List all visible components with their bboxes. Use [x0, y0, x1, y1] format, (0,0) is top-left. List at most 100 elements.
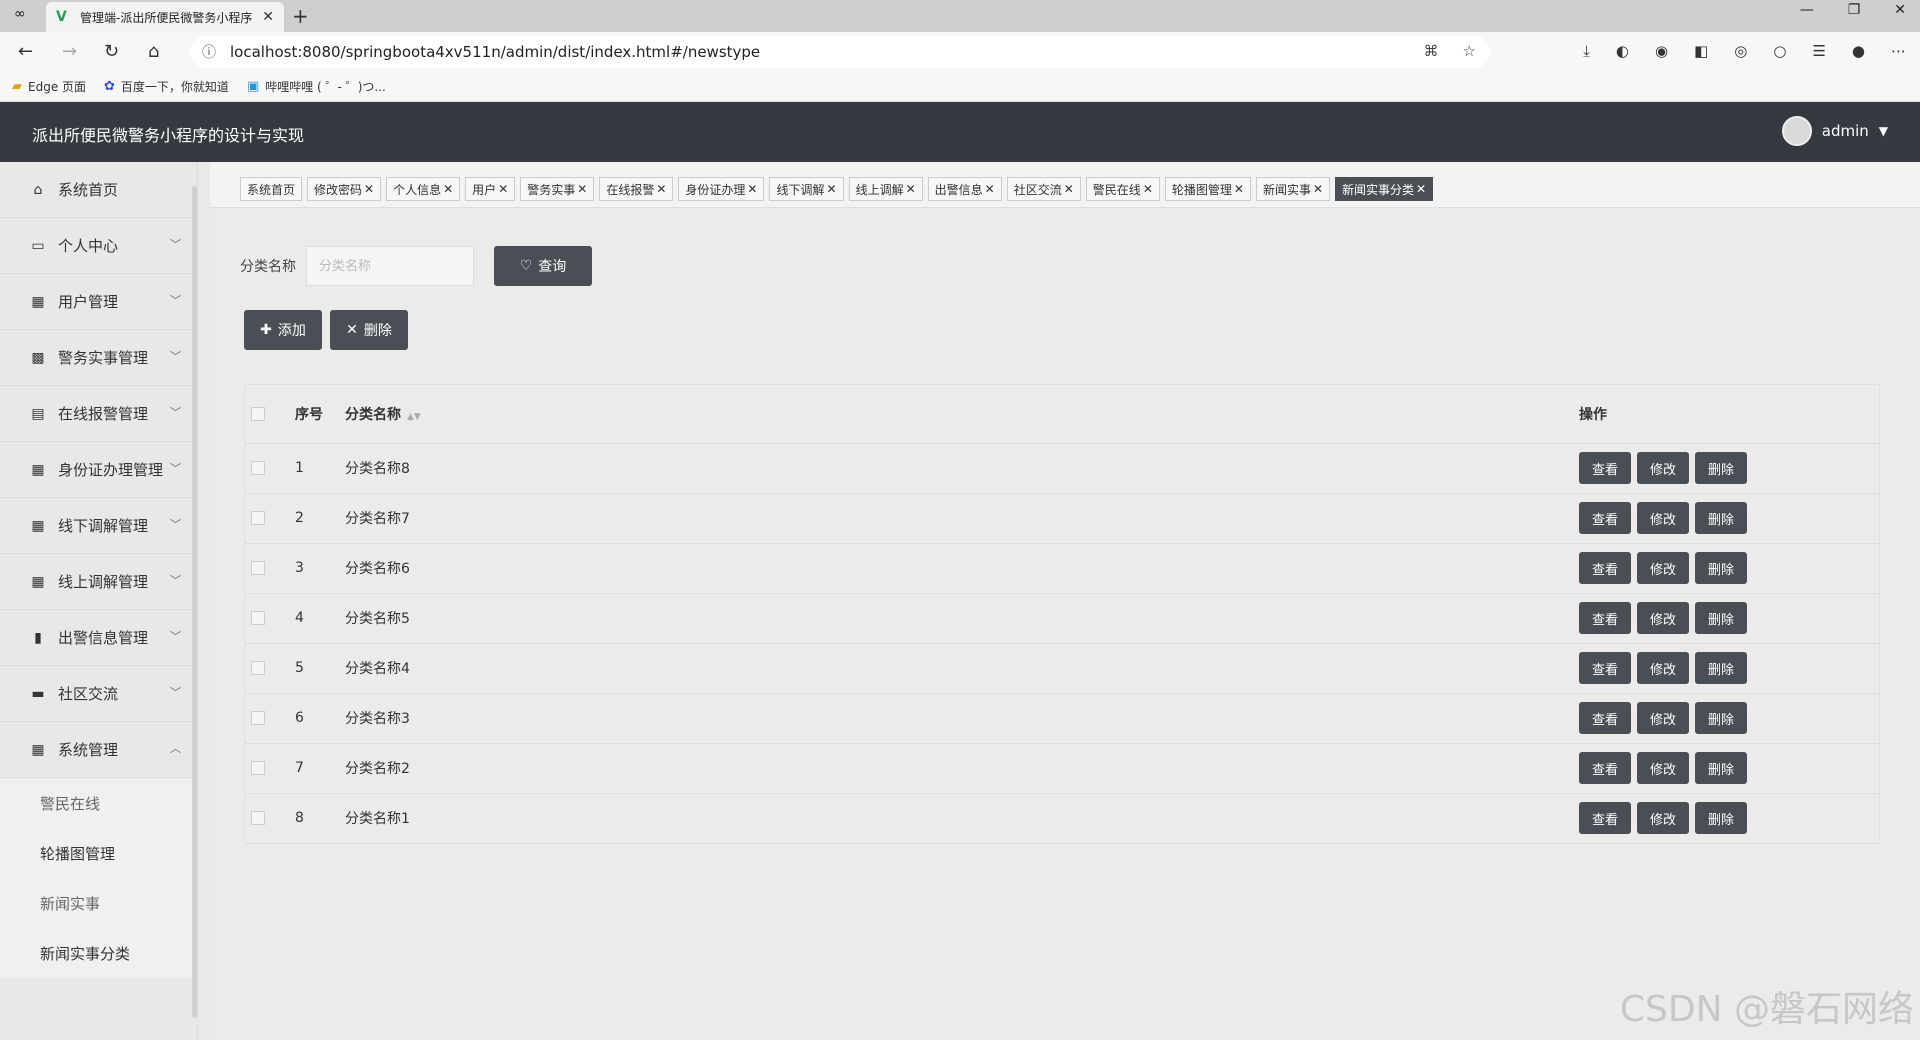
row-checkbox[interactable]: [251, 461, 265, 475]
browser-tab[interactable]: V 管理端-派出所便民微警务小程序 ✕: [46, 2, 284, 32]
extension-icon[interactable]: ○: [1773, 42, 1786, 60]
restore-icon[interactable]: ❐: [1848, 2, 1861, 18]
tag-item[interactable]: 警民在线 ✕: [1085, 177, 1160, 201]
view-button[interactable]: 查看: [1579, 602, 1631, 634]
sidebar-item-id-card[interactable]: ▦ 身份证办理管理 ﹀: [0, 442, 197, 498]
close-icon[interactable]: ✕: [1234, 182, 1244, 196]
tag-item[interactable]: 在线报警 ✕: [599, 177, 674, 201]
close-icon[interactable]: ✕: [747, 182, 757, 196]
row-checkbox[interactable]: [251, 761, 265, 775]
sidebar-item-online-alarm[interactable]: ▤ 在线报警管理 ﹀: [0, 386, 197, 442]
new-tab-icon[interactable]: +: [292, 4, 309, 28]
tag-active[interactable]: 新闻实事分类 ✕: [1335, 177, 1434, 201]
close-icon[interactable]: ✕: [906, 182, 916, 196]
edit-button[interactable]: 修改: [1637, 552, 1689, 584]
close-icon[interactable]: ✕: [656, 182, 666, 196]
user-menu[interactable]: admin ▼: [1781, 116, 1888, 146]
close-icon[interactable]: ✕: [1064, 182, 1074, 196]
select-all-checkbox[interactable]: [251, 406, 265, 421]
favorite-star-icon[interactable]: ☆: [1463, 42, 1476, 60]
sidebar-subitem-police-online[interactable]: 警民在线: [0, 778, 197, 828]
view-button[interactable]: 查看: [1579, 702, 1631, 734]
close-icon[interactable]: ✕: [1416, 182, 1426, 196]
close-icon[interactable]: ✕: [577, 182, 587, 196]
translate-icon[interactable]: ⌘: [1424, 42, 1439, 60]
view-button[interactable]: 查看: [1579, 452, 1631, 484]
tag-item[interactable]: 个人信息 ✕: [386, 177, 461, 201]
back-icon[interactable]: ←: [18, 41, 33, 62]
view-button[interactable]: 查看: [1579, 652, 1631, 684]
tag-item[interactable]: 身份证办理 ✕: [678, 177, 765, 201]
close-window-icon[interactable]: ✕: [1894, 2, 1906, 18]
tag-item[interactable]: 社区交流 ✕: [1006, 177, 1081, 201]
search-input[interactable]: [306, 246, 474, 286]
home-browser-icon[interactable]: ⌂: [148, 41, 159, 62]
view-button[interactable]: 查看: [1579, 502, 1631, 534]
tag-item[interactable]: 新闻实事 ✕: [1255, 177, 1331, 201]
sidebar-subitem-news-category[interactable]: 新闻实事分类: [0, 928, 197, 978]
tab-actions-icon[interactable]: ∞: [14, 6, 26, 22]
delete-row-button[interactable]: 删除: [1695, 802, 1747, 834]
edit-button[interactable]: 修改: [1637, 502, 1689, 534]
sidebar-item-online-mediation[interactable]: ▦ 线上调解管理 ﹀: [0, 554, 197, 610]
close-tab-icon[interactable]: ✕: [262, 9, 274, 25]
delete-button[interactable]: ✕ 删除: [330, 310, 408, 350]
row-checkbox[interactable]: [251, 661, 265, 675]
close-icon[interactable]: ✕: [498, 182, 508, 196]
download-icon[interactable]: ⤓: [1583, 42, 1590, 60]
sidebar-item-community[interactable]: ▬ 社区交流 ﹀: [0, 666, 197, 722]
close-icon[interactable]: ✕: [827, 182, 837, 196]
sidebar-scrollbar[interactable]: [192, 186, 197, 1018]
tag-item[interactable]: 出警信息 ✕: [927, 177, 1002, 201]
tag-item[interactable]: 轮播图管理 ✕: [1164, 177, 1251, 201]
tag-item[interactable]: 警务实事 ✕: [520, 177, 595, 201]
delete-row-button[interactable]: 删除: [1695, 452, 1747, 484]
bookmark-item[interactable]: ✿ 百度一下，你就知道: [104, 78, 229, 95]
sidebar-item-personal[interactable]: ▭ 个人中心 ﹀: [0, 218, 197, 274]
delete-row-button[interactable]: 删除: [1695, 552, 1747, 584]
sidebar-subitem-carousel[interactable]: 轮播图管理: [0, 828, 197, 878]
row-checkbox[interactable]: [251, 561, 265, 575]
delete-row-button[interactable]: 删除: [1695, 502, 1747, 534]
tag-item[interactable]: 线下调解 ✕: [769, 177, 844, 201]
close-icon[interactable]: ✕: [364, 182, 374, 196]
close-icon[interactable]: ✕: [985, 182, 995, 196]
profile-icon[interactable]: ●: [1852, 42, 1865, 60]
sort-icon[interactable]: ▲▼: [407, 412, 421, 422]
bookmark-item[interactable]: ▣ 哔哩哔哩 ( ゜- ゜)つ...: [247, 78, 386, 95]
extension-icon[interactable]: ◉: [1655, 42, 1668, 60]
tag-home[interactable]: 系统首页: [240, 177, 303, 201]
edit-button[interactable]: 修改: [1637, 702, 1689, 734]
extension-icon[interactable]: ◎: [1734, 42, 1747, 60]
view-button[interactable]: 查看: [1579, 752, 1631, 784]
forward-icon[interactable]: →: [62, 41, 77, 62]
collections-icon[interactable]: ☰: [1812, 42, 1825, 60]
bookmark-item[interactable]: ▰ Edge 页面: [12, 78, 86, 95]
url-field[interactable]: ⓘ localhost:8080/springboota4xv511n/admi…: [190, 36, 1490, 68]
row-checkbox[interactable]: [251, 611, 265, 625]
sidebar-item-home[interactable]: ⌂ 系统首页: [0, 162, 197, 218]
edit-button[interactable]: 修改: [1637, 452, 1689, 484]
delete-row-button[interactable]: 删除: [1695, 752, 1747, 784]
edit-button[interactable]: 修改: [1637, 602, 1689, 634]
delete-row-button[interactable]: 删除: [1695, 702, 1747, 734]
edit-button[interactable]: 修改: [1637, 802, 1689, 834]
row-checkbox[interactable]: [251, 811, 265, 825]
search-button[interactable]: ♡ 查询: [494, 246, 592, 286]
site-info-icon[interactable]: ⓘ: [202, 42, 216, 62]
column-header-name[interactable]: 分类名称 ▲▼: [345, 385, 1579, 444]
sidebar-item-system[interactable]: ▦ 系统管理 ︿: [0, 722, 197, 778]
tag-item[interactable]: 线上调解 ✕: [848, 177, 923, 201]
row-checkbox[interactable]: [251, 511, 265, 525]
extension-icon[interactable]: ◐: [1616, 42, 1629, 60]
minimize-icon[interactable]: —: [1800, 2, 1814, 18]
sidebar-subitem-news[interactable]: 新闻实事: [0, 878, 197, 928]
edit-button[interactable]: 修改: [1637, 752, 1689, 784]
close-icon[interactable]: ✕: [1313, 182, 1323, 196]
close-icon[interactable]: ✕: [443, 182, 453, 196]
edit-button[interactable]: 修改: [1637, 652, 1689, 684]
tag-item[interactable]: 用户 ✕: [465, 177, 516, 201]
sidebar-item-police-news[interactable]: ▩ 警务实事管理 ﹀: [0, 330, 197, 386]
close-icon[interactable]: ✕: [1143, 182, 1153, 196]
view-button[interactable]: 查看: [1579, 552, 1631, 584]
